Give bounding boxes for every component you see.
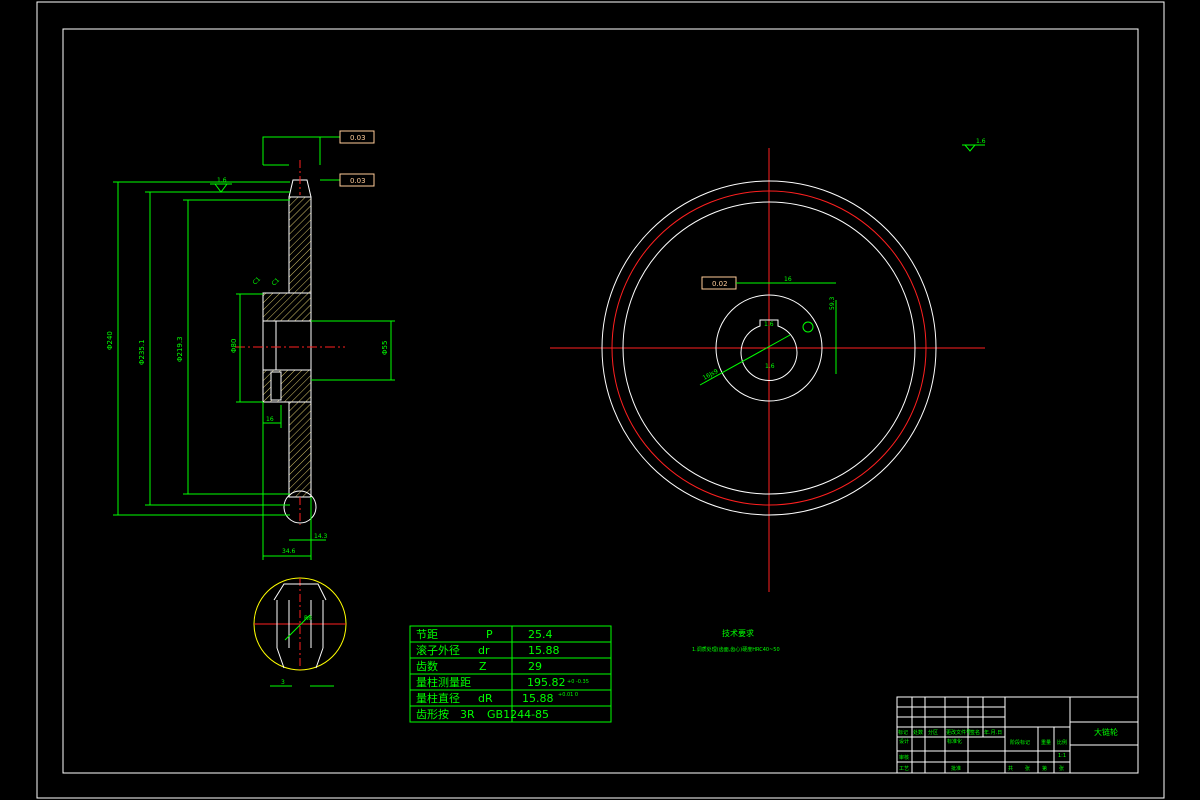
dim-overall-text: Φ240 (106, 331, 114, 350)
tol-frame-top-value: 0.03 (350, 134, 366, 142)
scale-value: 1:1 (1058, 753, 1066, 759)
tb-cell: 张 (1025, 765, 1030, 772)
bore (262, 320, 312, 371)
web-upper (288, 196, 312, 294)
tb-cell: 分区 (928, 729, 938, 736)
param-tolerance: +0.01 0 (558, 692, 578, 698)
tb-cell: 年.月.日 (984, 729, 1002, 736)
param-table: 节距 P 25.4 滚子外径 dr 15.88 齿数 Z 29 量柱测量距 19… (409, 625, 612, 723)
keyway-slot (270, 371, 282, 401)
dim-keyway-text: 16 (266, 416, 274, 423)
tb-cell: 标准化 (947, 738, 962, 745)
detail-radius-text: R8 (304, 615, 312, 622)
web-lower (288, 401, 312, 498)
tb-cell: 更改文件号 (946, 729, 971, 736)
front-view: 16Js9 0.02 16 59.3 1.6 1.6 (550, 148, 985, 592)
dim-root-text: Φ219.3 (176, 336, 184, 362)
key-dim-leader (699, 334, 791, 386)
roughness-top-value: 1.6 (217, 177, 227, 184)
part-name: 大链轮 (1094, 727, 1118, 737)
param-symbol: Z (479, 660, 487, 673)
tb-cell: 共 (1008, 765, 1013, 772)
param-value: 15.88 (522, 692, 554, 705)
tb-cell: 审核 (899, 754, 909, 761)
detail-view: R8 3 (253, 577, 347, 687)
tb-cell: 设计 (899, 738, 909, 745)
tb-cell: 阶段标记 (1010, 739, 1030, 746)
tb-cell: 重量 (1041, 739, 1051, 746)
chamfer-label-2: C1 (270, 277, 281, 288)
tb-cell: 张 (1059, 765, 1064, 772)
notes-title: 技术要求 (722, 628, 754, 638)
param-name: 齿数 (416, 660, 438, 673)
tb-cell: 签名 (970, 729, 980, 736)
param-name: 滚子外径 (416, 643, 460, 657)
param-name: 量柱直径 (416, 691, 460, 705)
param-value: 15.88 (528, 644, 560, 657)
param-symbol: dr (478, 644, 490, 657)
front-keyway-text: 16 (784, 276, 792, 283)
param-value: 25.4 (528, 628, 553, 641)
param-symbol: dR (478, 692, 493, 705)
keydepth-text: 59.3 (829, 296, 836, 310)
param-name: 节距 (416, 628, 438, 641)
notes-line1: 1.调质处理(齿面,齿心)硬度HRC40~50 (692, 646, 780, 653)
dim-width-text: 34.6 (282, 548, 296, 555)
hub-lower (262, 369, 312, 403)
chamfer-label-1: C1 (251, 276, 262, 287)
detail-dim1-text: 3 (281, 679, 285, 686)
hub-upper (262, 292, 312, 322)
param-name: 齿形按 (416, 707, 449, 721)
roughness-symbol-top (210, 183, 232, 193)
param-value: 195.82 (527, 676, 566, 689)
roughness-corner-value: 1.6 (976, 138, 986, 145)
section-view: 0.03 0.03 1.6 Φ240 Φ235.1 Φ219.3 Φ80 Φ55… (106, 130, 395, 560)
roughness-corner: 1.6 (962, 138, 986, 152)
dim-pitch-text: Φ235.1 (138, 339, 146, 365)
tb-cell: 第 (1042, 765, 1047, 772)
param-value: GB1244-85 (487, 708, 549, 721)
param-value: 29 (528, 660, 542, 673)
outer-frame (36, 1, 1165, 799)
title-block: 标记 处数 分区 更改文件号 签名 年.月.日 设计 标准化 审核 工艺 批准 … (896, 696, 1139, 774)
tb-cell: 标记 (898, 729, 908, 736)
dim-hub-text: Φ80 (230, 339, 238, 353)
param-name: 量柱测量距 (416, 675, 471, 689)
cad-drawing: 0.03 0.03 1.6 Φ240 Φ235.1 Φ219.3 Φ80 Φ55… (36, 1, 1165, 799)
front-roughness-2: 1.6 (765, 363, 775, 370)
dim-tooth-text: 14.3 (314, 533, 328, 540)
dim-bore-text: Φ55 (381, 341, 389, 355)
tb-cell: 批准 (951, 765, 961, 772)
tol-frame-right-value: 0.02 (712, 280, 728, 288)
param-symbol: 3R (460, 708, 475, 721)
tol-frame-mid-value: 0.03 (350, 177, 366, 185)
tb-cell: 比例 (1057, 739, 1067, 746)
tb-cell: 处数 (913, 729, 923, 736)
front-roughness-1: 1.6 (764, 321, 774, 328)
tb-cell: 工艺 (899, 766, 909, 772)
param-symbol: P (486, 628, 493, 641)
param-tolerance: +0 -0.35 (567, 679, 589, 685)
